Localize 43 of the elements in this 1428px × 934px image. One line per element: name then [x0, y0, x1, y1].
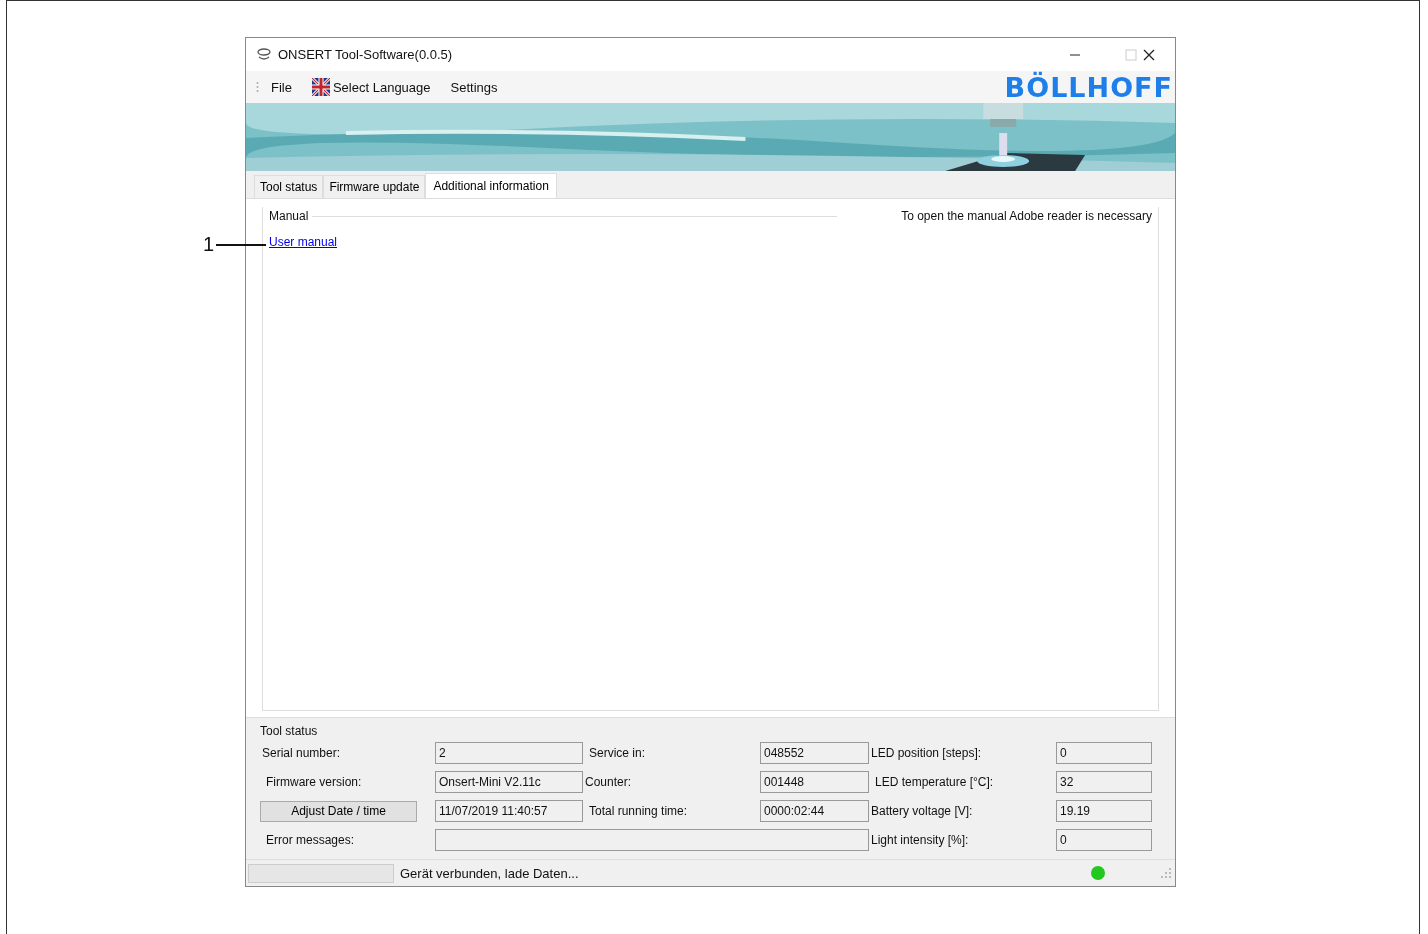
field-label: Total running time:: [588, 804, 689, 818]
value-field[interactable]: 32: [1056, 771, 1152, 793]
value-field[interactable]: 19.19: [1056, 800, 1152, 822]
window-title: ONSERT Tool-Software(0.0.5): [278, 47, 453, 62]
value-field[interactable]: 2: [435, 742, 583, 764]
menu-item[interactable]: Select Language: [303, 76, 439, 98]
value-field[interactable]: 0: [1056, 829, 1152, 851]
app-icon: [256, 47, 272, 62]
field-label: Error messages:: [265, 833, 356, 847]
value-field[interactable]: 001448: [760, 771, 869, 793]
resize-grip-icon[interactable]: [1161, 868, 1171, 878]
value-field[interactable]: Onsert-Mini V2.11c: [435, 771, 583, 793]
error-messages-field[interactable]: [435, 829, 869, 851]
field-label: Counter:: [584, 775, 633, 789]
maximize-icon[interactable]: [1125, 48, 1137, 61]
field-label: LED temperature [°C]:: [874, 775, 995, 789]
tab[interactable]: Additional information: [425, 173, 557, 198]
tab[interactable]: Tool status: [254, 175, 324, 198]
leader-line: [216, 243, 267, 246]
menu-item[interactable]: Settings: [442, 77, 506, 97]
value-field[interactable]: 0: [1056, 742, 1152, 764]
callout-number: 1: [203, 233, 215, 256]
value-field[interactable]: 11/07/2019 11:40:57: [435, 800, 583, 822]
adjust-date-button[interactable]: Adjust Date / time: [260, 800, 417, 822]
field-label: Battery voltage [V]:: [870, 804, 974, 818]
grip-icon: [256, 81, 259, 93]
field-label: Serial number:: [261, 746, 342, 760]
menu-item[interactable]: File: [263, 77, 300, 97]
user-manual-link[interactable]: User manual: [269, 235, 338, 249]
field-label: LED position [steps]:: [870, 746, 983, 760]
field-label: Firmware version:: [265, 775, 363, 789]
manual-note: To open the manual Adobe reader is necessary: [901, 209, 1152, 223]
value-field[interactable]: 048552: [760, 742, 869, 764]
status-text: Gerät verbunden, lade Daten...: [400, 865, 579, 881]
group-title: Manual: [269, 209, 309, 223]
close-icon[interactable]: [1143, 48, 1155, 61]
tab[interactable]: Firmware update: [323, 175, 426, 198]
field-label: Service in:: [588, 746, 647, 760]
group-title: Tool status: [260, 724, 318, 738]
field-label: Light intensity [%]:: [870, 833, 970, 847]
flag-icon: [311, 78, 330, 96]
company-logo: BÖLLHOFF: [1004, 71, 1173, 103]
value-field[interactable]: 0000:02:44: [760, 800, 869, 822]
